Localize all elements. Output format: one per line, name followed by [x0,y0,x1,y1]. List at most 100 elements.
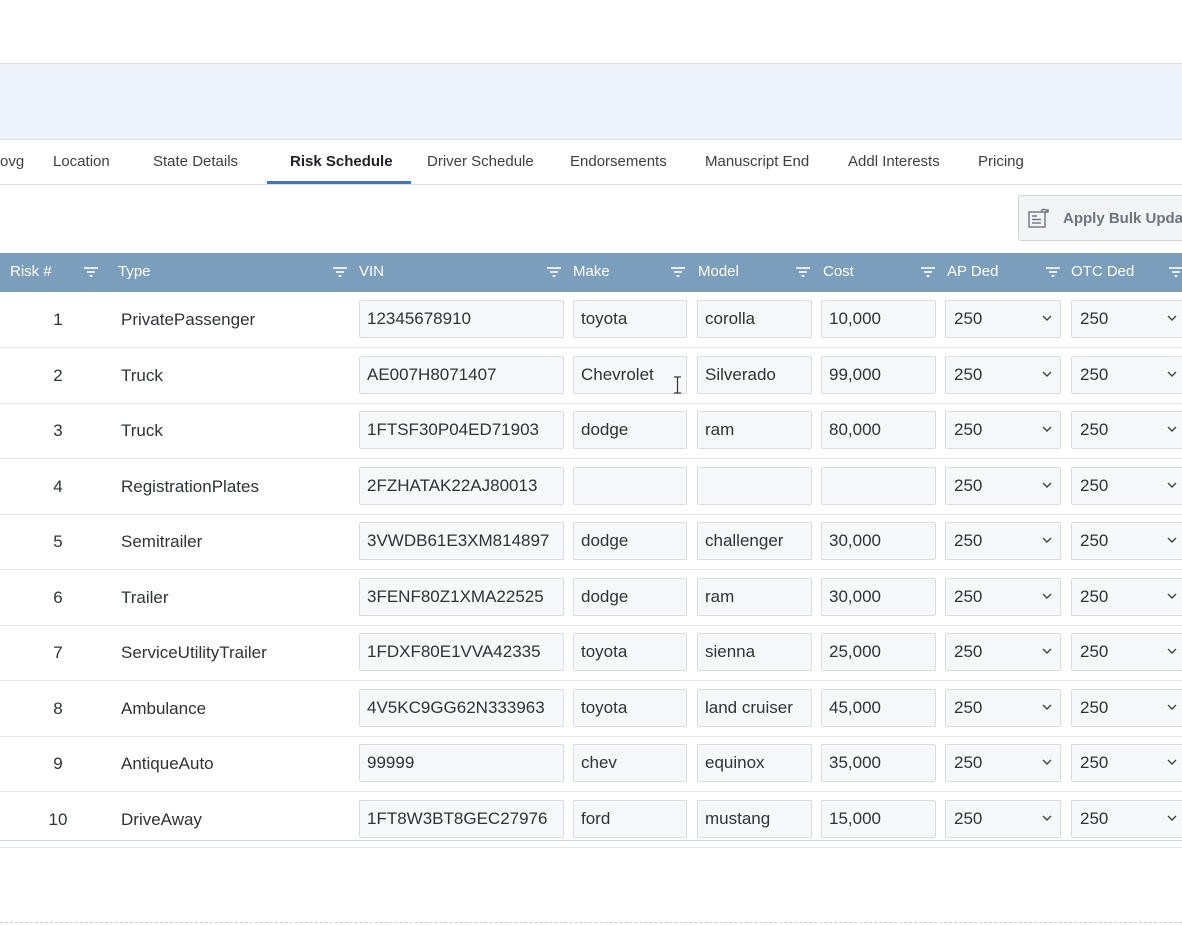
vin-field[interactable]: 12345678910 [359,300,564,338]
ap-ded-select[interactable]: 250 [945,300,1061,338]
otc-ded-select[interactable]: 250 [1071,633,1182,671]
vin-field[interactable]: 4V5KC9GG62N333963 [359,688,564,727]
model-field[interactable]: land cruiser [697,688,812,727]
cost-field[interactable]: 99,000 [821,355,936,394]
chevron-down-icon [1167,704,1177,710]
ap-ded-value: 250 [954,531,983,550]
otc-ded-value: 250 [1080,808,1109,828]
cost-field[interactable]: 35,000 [821,744,936,782]
cost-field[interactable]: 10,000 [821,300,936,338]
column-header-risk[interactable]: Risk # [10,253,52,292]
vin-field[interactable]: 1FDXF80E1VVA42335 [359,633,564,671]
model-field[interactable]: corolla [697,300,812,338]
make-field[interactable]: dodge [573,577,687,616]
filter-icon[interactable] [670,265,686,279]
filter-icon[interactable] [920,265,936,279]
chevron-down-icon [1167,593,1177,599]
tab-manuscript-end[interactable]: Manuscript End [705,140,809,185]
ap-ded-select[interactable]: 250 [945,577,1061,616]
cost-field[interactable]: 30,000 [821,577,936,616]
filter-icon[interactable] [1168,265,1182,279]
ap-ded-select[interactable]: 250 [945,355,1061,394]
make-field[interactable]: toyota [573,300,687,338]
filter-icon[interactable] [1045,265,1061,279]
filter-icon[interactable] [332,265,348,279]
apply-bulk-update-button[interactable]: Apply Bulk Updat [1018,195,1182,241]
model-field[interactable]: equinox [697,744,812,782]
cost-field[interactable]: 25,000 [821,633,936,671]
tab-addl-interests[interactable]: Addl Interests [848,140,940,185]
otc-ded-select[interactable]: 250 [1071,799,1182,838]
column-header-model[interactable]: Model [698,253,739,292]
vin-field[interactable]: 3VWDB61E3XM814897 [359,522,564,560]
make-field[interactable] [573,466,687,505]
risk-type: RegistrationPlates [121,476,259,496]
otc-ded-select[interactable]: 250 [1071,466,1182,505]
tab-pricing[interactable]: Pricing [978,140,1024,185]
cost-field[interactable] [821,466,936,505]
vin-field[interactable]: AE007H8071407 [359,355,564,394]
ap-ded-select[interactable]: 250 [945,466,1061,505]
make-field[interactable]: toyota [573,633,687,671]
column-header-ap-ded[interactable]: AP Ded [947,253,998,292]
model-field[interactable]: ram [697,577,812,616]
active-tab-indicator [267,181,411,184]
vin-field[interactable]: 99999 [359,744,564,782]
ap-ded-select[interactable]: 250 [945,744,1061,782]
cost-field[interactable]: 45,000 [821,688,936,727]
make-field[interactable]: dodge [573,411,687,449]
model-field[interactable] [697,466,812,505]
cost-field[interactable]: 80,000 [821,411,936,449]
column-header-cost[interactable]: Cost [823,253,854,292]
ap-ded-value: 250 [954,309,983,328]
filter-icon[interactable] [795,265,811,279]
grid-bottom-border [0,840,1182,841]
filter-icon[interactable] [546,265,562,279]
otc-ded-select[interactable]: 250 [1071,688,1182,727]
vin-field[interactable]: 1FTSF30P04ED71903 [359,411,564,449]
ap-ded-select[interactable]: 250 [945,799,1061,838]
table-row: 6 Trailer 3FENF80Z1XMA22525 dodge ram 30,000 2… [0,570,1182,626]
model-field[interactable]: Silverado [697,355,812,394]
column-header-otc-ded[interactable]: OTC Ded [1071,253,1134,292]
column-header-vin[interactable]: VIN [359,253,384,292]
make-field[interactable]: chev [573,744,687,782]
tab-risk-schedule[interactable]: Risk Schedule [290,140,393,185]
ap-ded-value: 250 [954,586,983,606]
otc-ded-select[interactable]: 250 [1071,411,1182,449]
tab-endorsements[interactable]: Endorsements [570,140,667,185]
ap-ded-select[interactable]: 250 [945,522,1061,560]
cost-field[interactable]: 30,000 [821,522,936,560]
chevron-down-icon [1167,815,1177,821]
ap-ded-select[interactable]: 250 [945,633,1061,671]
risk-type: DriveAway [121,809,202,829]
model-field[interactable]: ram [697,411,812,449]
vin-field[interactable]: 1FT8W3BT8GEC27976 [359,799,564,838]
vin-field[interactable]: 3FENF80Z1XMA22525 [359,577,564,616]
cost-field[interactable]: 15,000 [821,799,936,838]
otc-ded-select[interactable]: 250 [1071,355,1182,394]
vin-field[interactable]: 2FZHATAK22AJ80013 [359,466,564,505]
table-row: 7 ServiceUtilityTrailer 1FDXF80E1VVA42335 t… [0,625,1182,681]
column-header-type[interactable]: Type [118,253,151,292]
model-field[interactable]: sienna [697,633,812,671]
tab-location[interactable]: Location [53,140,110,185]
filter-icon[interactable] [83,265,99,279]
otc-ded-select[interactable]: 250 [1071,522,1182,560]
ap-ded-select[interactable]: 250 [945,411,1061,449]
make-field[interactable]: dodge [573,522,687,560]
otc-ded-select[interactable]: 250 [1071,300,1182,338]
tab-driver-schedule[interactable]: Driver Schedule [427,140,534,185]
make-field[interactable]: ford [573,799,687,838]
table-row: 8 Ambulance 4V5KC9GG62N333963 toyota land cr… [0,681,1182,737]
model-field[interactable]: mustang [697,799,812,838]
column-header-make[interactable]: Make [573,253,610,292]
tab-state-details[interactable]: State Details [153,140,238,185]
otc-ded-select[interactable]: 250 [1071,744,1182,782]
model-field[interactable]: challenger [697,522,812,560]
otc-ded-select[interactable]: 250 [1071,577,1182,616]
make-field[interactable]: Chevrolet [573,355,687,394]
tab-coverages[interactable]: ovg [0,140,24,185]
ap-ded-select[interactable]: 250 [945,688,1061,727]
make-field[interactable]: toyota [573,688,687,727]
